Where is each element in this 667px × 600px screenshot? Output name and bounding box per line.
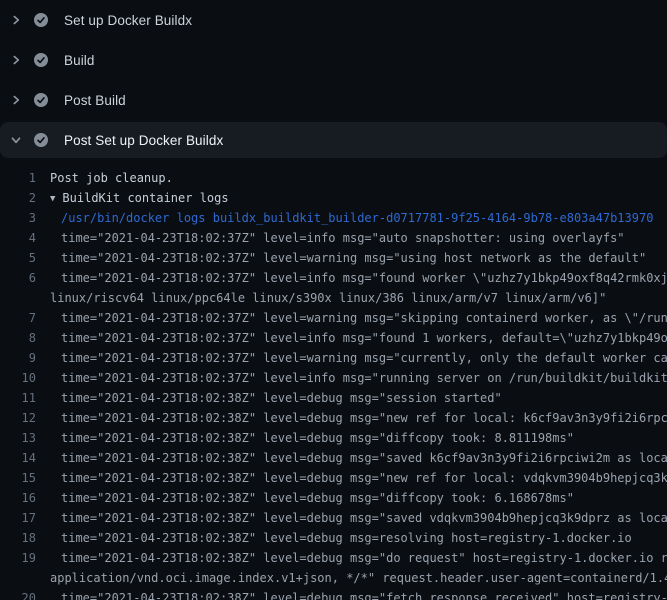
log-line-text: Post job cleanup. [50,168,173,188]
log-line: 9 time="2021-04-23T18:02:37Z" level=warni… [0,348,667,368]
log-line: 16 time="2021-04-23T18:02:38Z" level=debu… [0,488,667,508]
chevron-right-icon[interactable] [10,54,22,66]
log-line: 1 Post job cleanup. [0,168,667,188]
check-circle-icon [34,93,48,107]
log-line: 14 time="2021-04-23T18:02:38Z" level=debu… [0,448,667,468]
log-line: 15 time="2021-04-23T18:02:38Z" level=debu… [0,468,667,488]
log-line-text: time="2021-04-23T18:02:38Z" level=debug … [50,448,667,468]
log-line: 11 time="2021-04-23T18:02:38Z" level=debu… [0,388,667,408]
log-line-text: time="2021-04-23T18:02:38Z" level=debug … [50,408,667,428]
log-line-text: time="2021-04-23T18:02:37Z" level=info m… [50,228,625,248]
log-line: 6 time="2021-04-23T18:02:37Z" level=info … [0,268,667,288]
log-line-number[interactable]: 9 [0,348,36,368]
step-label: Set up Docker Buildx [64,13,192,28]
log-line: 5 time="2021-04-23T18:02:37Z" level=warni… [0,248,667,268]
steps-list: Set up Docker Buildx Build Post Build Post … [0,0,667,158]
log-line: 20 time="2021-04-23T18:02:38Z" level=debu… [0,588,667,600]
check-circle-icon [34,53,48,67]
log-line-number[interactable]: 2 [0,188,36,208]
log-line-wrapped-text: linux/riscv64 linux/ppc64le linux/s390x … [50,288,606,308]
log-line-number-empty [0,288,36,308]
log-line-number[interactable]: 8 [0,328,36,348]
log-line-number[interactable]: 11 [0,388,36,408]
log-line: 19 time="2021-04-23T18:02:38Z" level=debu… [0,548,667,568]
log-line-text: time="2021-04-23T18:02:38Z" level=debug … [50,528,632,548]
log-line-text: time="2021-04-23T18:02:37Z" level=info m… [50,328,667,348]
log-line-number-empty [0,568,36,588]
check-circle-icon [34,13,48,27]
log-line-number[interactable]: 6 [0,268,36,288]
log-line: 8 time="2021-04-23T18:02:37Z" level=info … [0,328,667,348]
step-label: Post Build [64,93,126,108]
log-line-number[interactable]: 5 [0,248,36,268]
log-line-wrapped-text: application/vnd.oci.image.index.v1+json,… [50,568,667,588]
log-line: 4 time="2021-04-23T18:02:37Z" level=info … [0,228,667,248]
log-line-text: time="2021-04-23T18:02:38Z" level=debug … [50,588,667,600]
log-line-text: time="2021-04-23T18:02:38Z" level=debug … [50,428,574,448]
log-line-text: time="2021-04-23T18:02:38Z" level=debug … [50,488,574,508]
log-line-continuation: application/vnd.oci.image.index.v1+json,… [0,568,667,588]
log-line-number[interactable]: 13 [0,428,36,448]
log-line-text: time="2021-04-23T18:02:38Z" level=debug … [50,388,502,408]
step-label: Build [64,53,95,68]
log-group-title: BuildKit container logs [62,191,228,205]
log-line-text: time="2021-04-23T18:02:38Z" level=debug … [50,548,667,568]
log-line-number[interactable]: 16 [0,488,36,508]
log-line-number[interactable]: 7 [0,308,36,328]
log-line-number[interactable]: 19 [0,548,36,568]
log-line-number[interactable]: 20 [0,588,36,600]
log-line: 12 time="2021-04-23T18:02:38Z" level=debu… [0,408,667,428]
step-label: Post Set up Docker Buildx [64,133,223,148]
step-row-build[interactable]: Build [0,40,667,80]
log-line: 13 time="2021-04-23T18:02:38Z" level=debu… [0,428,667,448]
log-line-text: time="2021-04-23T18:02:38Z" level=debug … [50,508,667,528]
log-line-text: time="2021-04-23T18:02:37Z" level=warnin… [50,348,667,368]
log-line-text: time="2021-04-23T18:02:37Z" level=info m… [50,268,667,288]
log-line-number[interactable]: 1 [0,168,36,188]
log-command-text: /usr/bin/docker logs buildx_buildkit_bui… [50,208,653,228]
log-line-number[interactable]: 10 [0,368,36,388]
log-line-number[interactable]: 14 [0,448,36,468]
log-line: 7 time="2021-04-23T18:02:37Z" level=warni… [0,308,667,328]
log-line: 2 ▼ BuildKit container logs [0,188,667,208]
log-line-text: time="2021-04-23T18:02:38Z" level=debug … [50,468,667,488]
step-row-post-set-up-docker-buildx[interactable]: Post Set up Docker Buildx [0,122,667,158]
log-line-continuation: linux/riscv64 linux/ppc64le linux/s390x … [0,288,667,308]
log-line-number[interactable]: 18 [0,528,36,548]
log-line: 3/usr/bin/docker logs buildx_buildkit_bu… [0,208,667,228]
log-line: 10 time="2021-04-23T18:02:37Z" level=info… [0,368,667,388]
chevron-down-icon[interactable] [10,134,22,146]
log-line-number[interactable]: 17 [0,508,36,528]
log-line-text: time="2021-04-23T18:02:37Z" level=warnin… [50,248,646,268]
step-row-post-build[interactable]: Post Build [0,80,667,120]
chevron-right-icon[interactable] [10,94,22,106]
log-line-number[interactable]: 4 [0,228,36,248]
log-line: 17 time="2021-04-23T18:02:38Z" level=debu… [0,508,667,528]
collapse-triangle-icon[interactable]: ▼ [50,189,55,208]
step-row-set-up-docker-buildx[interactable]: Set up Docker Buildx [0,0,667,40]
log-line-number[interactable]: 3 [0,208,36,228]
log-line-text: time="2021-04-23T18:02:37Z" level=info m… [50,368,667,388]
chevron-right-icon[interactable] [10,14,22,26]
log-area: 1 Post job cleanup. 2 ▼ BuildKit container l… [0,160,667,600]
check-circle-icon [34,133,48,147]
log-line-text: ▼ BuildKit container logs [50,188,229,208]
log-line-text: time="2021-04-23T18:02:37Z" level=warnin… [50,308,667,328]
log-line-number[interactable]: 12 [0,408,36,428]
log-line: 18 time="2021-04-23T18:02:38Z" level=debu… [0,528,667,548]
log-line-number[interactable]: 15 [0,468,36,488]
